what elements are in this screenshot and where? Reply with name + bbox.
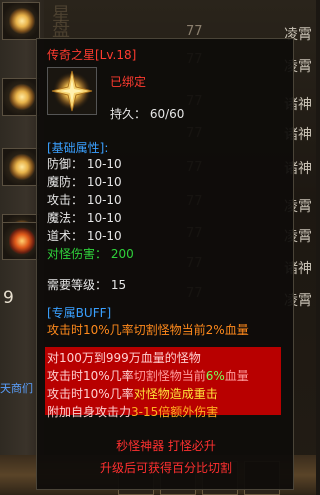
item-tooltip: 传奇之星[Lv.18] 已绑定 持久： 60/60 [基础属性]: 防御： 10… [36,38,294,490]
stat-row: 道术： 10-10 [47,229,122,243]
stat-row: 攻击： 10-10 [47,193,122,207]
buff-text: 3-15倍额外伤害 [131,405,219,419]
buff-line: 攻击时10%几率切割怪物当前2%血量 [47,323,249,337]
buff-text: 对怪物造成重击 [133,387,218,401]
buff-line: 附加自身攻击力3-15倍额外伤害 [47,403,218,420]
buff-line: 攻击时10%几率切割怪物当前6%血量 [47,367,249,384]
slot-number: 9 [3,288,14,308]
equipment-slot[interactable] [2,2,40,40]
rank-value: 77 [186,24,203,39]
fire-orb-icon [9,227,35,255]
bound-status: 已绑定 [110,75,147,89]
stat-row: 魔法： 10-10 [47,211,122,225]
footer-note: 升级后可获得百分比切割 [99,461,232,475]
equipment-slot[interactable] [2,148,40,186]
exclusive-buff-header: [专属BUFF] [47,306,112,320]
item-icon-frame [47,67,97,115]
buff-text: 6% [205,369,225,383]
base-attributes-header: [基础属性]: [47,141,109,155]
buff-line: 攻击时10%几率对怪物造成重击 [47,385,218,402]
star-glow-icon [9,153,35,181]
stat-row: 防御： 10-10 [47,157,122,171]
star-glow-icon [9,7,35,35]
item-title: 传奇之星[Lv.18] [47,48,137,62]
equipment-slot-fire[interactable] [2,222,40,260]
buff-line: 对100万到999万血量的怪物 [47,351,201,365]
buff-text: 血量 [224,369,249,383]
footer-slogan: 秒怪神器 打怪必升 [116,439,216,453]
left-side-label: 天商们 [0,382,33,395]
buff-text: 切割怪物当前 [133,369,206,383]
equipment-slot[interactable] [2,78,40,116]
buff-text: 攻击时10%几率 [47,369,134,383]
star-glow-icon [9,83,35,111]
required-level: 需要等级： 15 [47,278,127,292]
star-item-icon [51,70,93,112]
buff-text: 附加自身攻击力 [47,405,132,419]
stat-row: 魔防： 10-10 [47,175,122,189]
buff-text: 攻击时10%几率 [47,387,134,401]
durability: 持久： 60/60 [110,107,185,121]
monster-damage: 对怪伤害： 200 [47,247,134,261]
